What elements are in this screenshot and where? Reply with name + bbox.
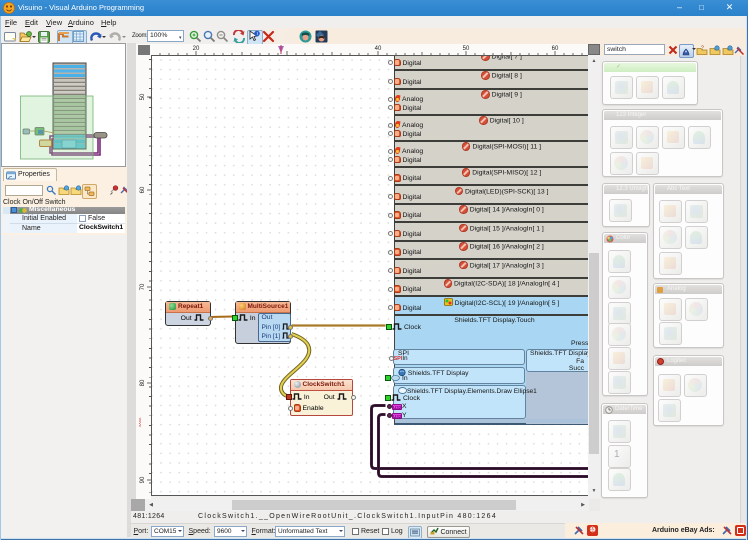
svg-text:80: 80 (140, 379, 146, 386)
svg-text:?: ? (701, 46, 704, 52)
svg-text:90: 90 (140, 476, 146, 483)
svg-text:^^^^: ^^^^ (139, 417, 145, 427)
svg-text:70: 70 (140, 283, 146, 290)
svg-text:50: 50 (140, 93, 146, 100)
svg-text:60: 60 (552, 46, 559, 52)
svg-text:50: 50 (463, 46, 470, 52)
svg-text:20: 20 (193, 46, 200, 52)
svg-text:60: 60 (140, 186, 146, 193)
svg-text:40: 40 (375, 46, 382, 52)
